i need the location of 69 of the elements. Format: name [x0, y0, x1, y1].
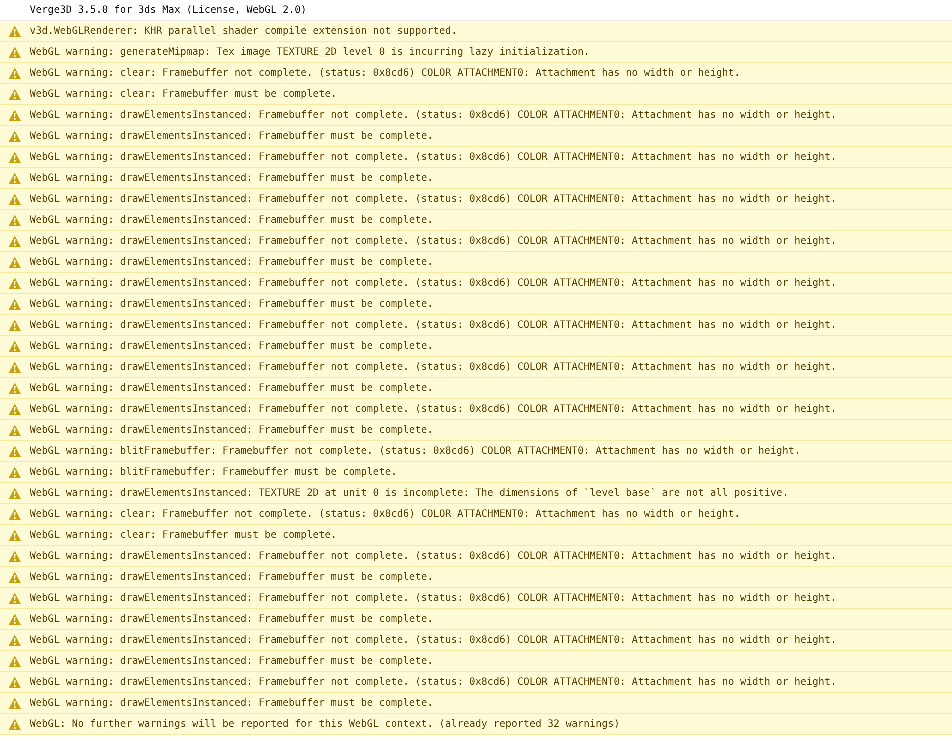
warning-icon	[9, 382, 21, 394]
warning-icon	[9, 68, 21, 78]
warning-icon	[9, 152, 21, 162]
warning-icon	[9, 446, 21, 456]
warning-icon	[9, 466, 21, 478]
warning-icon	[9, 26, 21, 36]
warning-message: WebGL warning: drawElementsInstanced: Framebuffer must be complete.	[30, 130, 434, 142]
warning-message: WebGL warning: drawElementsInstanced: Framebuffer not complete. (status: 0x8cd6) COLOR_ATTACHMENT0: Attachment has no width or height.	[30, 634, 837, 646]
warning-icon	[9, 362, 21, 372]
warning-icon	[9, 634, 21, 646]
warning-message: WebGL warning: blitFramebuffer: Framebuffer not complete. (status: 0x8cd6) COLOR_ATTACHMENT0: Attachment has no width or height.	[30, 446, 801, 456]
warning-message: WebGL warning: drawElementsInstanced: Framebuffer must be complete.	[30, 214, 434, 226]
warning-icon	[9, 194, 21, 204]
warning-message: WebGL warning: clear: Framebuffer must be complete.	[30, 530, 338, 540]
warning-icon	[9, 508, 21, 520]
warning-icon	[9, 614, 21, 624]
warning-icon	[9, 656, 21, 666]
warning-message: WebGL warning: drawElementsInstanced: Framebuffer not complete. (status: 0x8cd6) COLOR_ATTACHMENT0: Attachment has no width or height.	[30, 592, 837, 604]
warning-icon	[9, 88, 21, 100]
warning-icon	[9, 404, 21, 414]
warning-message: WebGL: No further warnings will be reported for this WebGL context. (already reported 32 warnings)	[30, 718, 620, 730]
warning-icon	[9, 214, 21, 226]
warning-message: WebGL warning: drawElementsInstanced: Framebuffer not complete. (status: 0x8cd6) COLOR_ATTACHMENT0: Attachment has no width or height.	[30, 110, 837, 120]
warning-message: WebGL warning: blitFramebuffer: Framebuffer must be complete.	[30, 466, 398, 478]
warning-message: WebGL warning: drawElementsInstanced: Framebuffer must be complete.	[30, 614, 434, 624]
warning-icon	[9, 298, 21, 310]
warning-icon	[9, 130, 21, 142]
warning-message: WebGL warning: drawElementsInstanced: Framebuffer not complete. (status: 0x8cd6) COLOR_ATTACHMENT0: Attachment has no width or height.	[30, 236, 837, 246]
warning-message: WebGL warning: drawElementsInstanced: Framebuffer not complete. (status: 0x8cd6) COLOR_ATTACHMENT0: Attachment has no width or height.	[30, 676, 837, 688]
warning-message: WebGL warning: drawElementsInstanced: Framebuffer must be complete.	[30, 382, 434, 394]
warning-message: WebGL warning: drawElementsInstanced: Framebuffer must be complete.	[30, 172, 434, 184]
warning-message: WebGL warning: drawElementsInstanced: Framebuffer must be complete.	[30, 298, 434, 310]
warning-message: WebGL warning: clear: Framebuffer not complete. (status: 0x8cd6) COLOR_ATTACHMENT0: Attachment has no width or height.	[30, 508, 740, 520]
warning-icon	[9, 172, 21, 184]
warning-icon	[9, 340, 21, 352]
warning-icon	[9, 676, 21, 688]
warning-icon	[9, 320, 21, 330]
warning-message: WebGL warning: drawElementsInstanced: Framebuffer not complete. (status: 0x8cd6) COLOR_ATTACHMENT0: Attachment has no width or height.	[30, 194, 837, 204]
warning-message: WebGL warning: drawElementsInstanced: TEXTURE_2D at unit 0 is incomplete: The dimensions of `level_base` are not all positive.	[30, 488, 789, 498]
warning-message: WebGL warning: generateMipmap: Tex image TEXTURE_2D level 0 is incurring lazy initialization.	[30, 46, 590, 58]
warning-icon	[9, 592, 21, 604]
warning-icon	[9, 424, 21, 436]
warning-message: WebGL warning: drawElementsInstanced: Framebuffer must be complete.	[30, 572, 434, 582]
warning-icon	[9, 550, 21, 562]
warning-message: WebGL warning: drawElementsInstanced: Framebuffer not complete. (status: 0x8cd6) COLOR_ATTACHMENT0: Attachment has no width or height.	[30, 278, 837, 288]
warning-icon	[9, 488, 21, 498]
warning-icon	[9, 236, 21, 246]
warning-icon	[9, 256, 21, 268]
warning-message: WebGL warning: clear: Framebuffer not complete. (status: 0x8cd6) COLOR_ATTACHMENT0: Attachment has no width or height.	[30, 68, 740, 78]
warning-message: WebGL warning: drawElementsInstanced: Framebuffer must be complete.	[30, 424, 434, 436]
warning-icon	[9, 278, 21, 288]
warning-icon	[9, 110, 21, 120]
warning-icon	[9, 530, 21, 540]
warning-message: WebGL warning: drawElementsInstanced: Framebuffer must be complete.	[30, 656, 434, 666]
warning-message: v3d.WebGLRenderer: KHR_parallel_shader_compile extension not supported.	[30, 26, 458, 36]
warning-message: WebGL warning: drawElementsInstanced: Framebuffer not complete. (status: 0x8cd6) COLOR_ATTACHMENT0: Attachment has no width or height.	[30, 362, 837, 372]
warning-message: WebGL warning: drawElementsInstanced: Framebuffer not complete. (status: 0x8cd6) COLOR_ATTACHMENT0: Attachment has no width or height.	[30, 404, 837, 414]
warning-icon	[9, 46, 21, 58]
warning-icon	[9, 572, 21, 582]
warning-message: WebGL warning: drawElementsInstanced: Framebuffer not complete. (status: 0x8cd6) COLOR_ATTACHMENT0: Attachment has no width or height.	[30, 320, 837, 330]
warning-icon	[9, 698, 21, 708]
warning-icon	[9, 718, 21, 730]
warning-message: WebGL warning: drawElementsInstanced: Framebuffer must be complete.	[30, 698, 434, 708]
warning-message: WebGL warning: drawElementsInstanced: Framebuffer not complete. (status: 0x8cd6) COLOR_ATTACHMENT0: Attachment has no width or height.	[30, 550, 837, 562]
warning-message: WebGL warning: clear: Framebuffer must be complete.	[30, 88, 338, 100]
warning-message: WebGL warning: drawElementsInstanced: Framebuffer must be complete.	[30, 340, 434, 352]
warning-message: WebGL warning: drawElementsInstanced: Framebuffer must be complete.	[30, 256, 434, 268]
log-message: Verge3D 3.5.0 for 3ds Max (License, WebGL 2.0)	[30, 4, 307, 16]
warning-message: WebGL warning: drawElementsInstanced: Framebuffer not complete. (status: 0x8cd6) COLOR_ATTACHMENT0: Attachment has no width or height.	[30, 152, 837, 162]
